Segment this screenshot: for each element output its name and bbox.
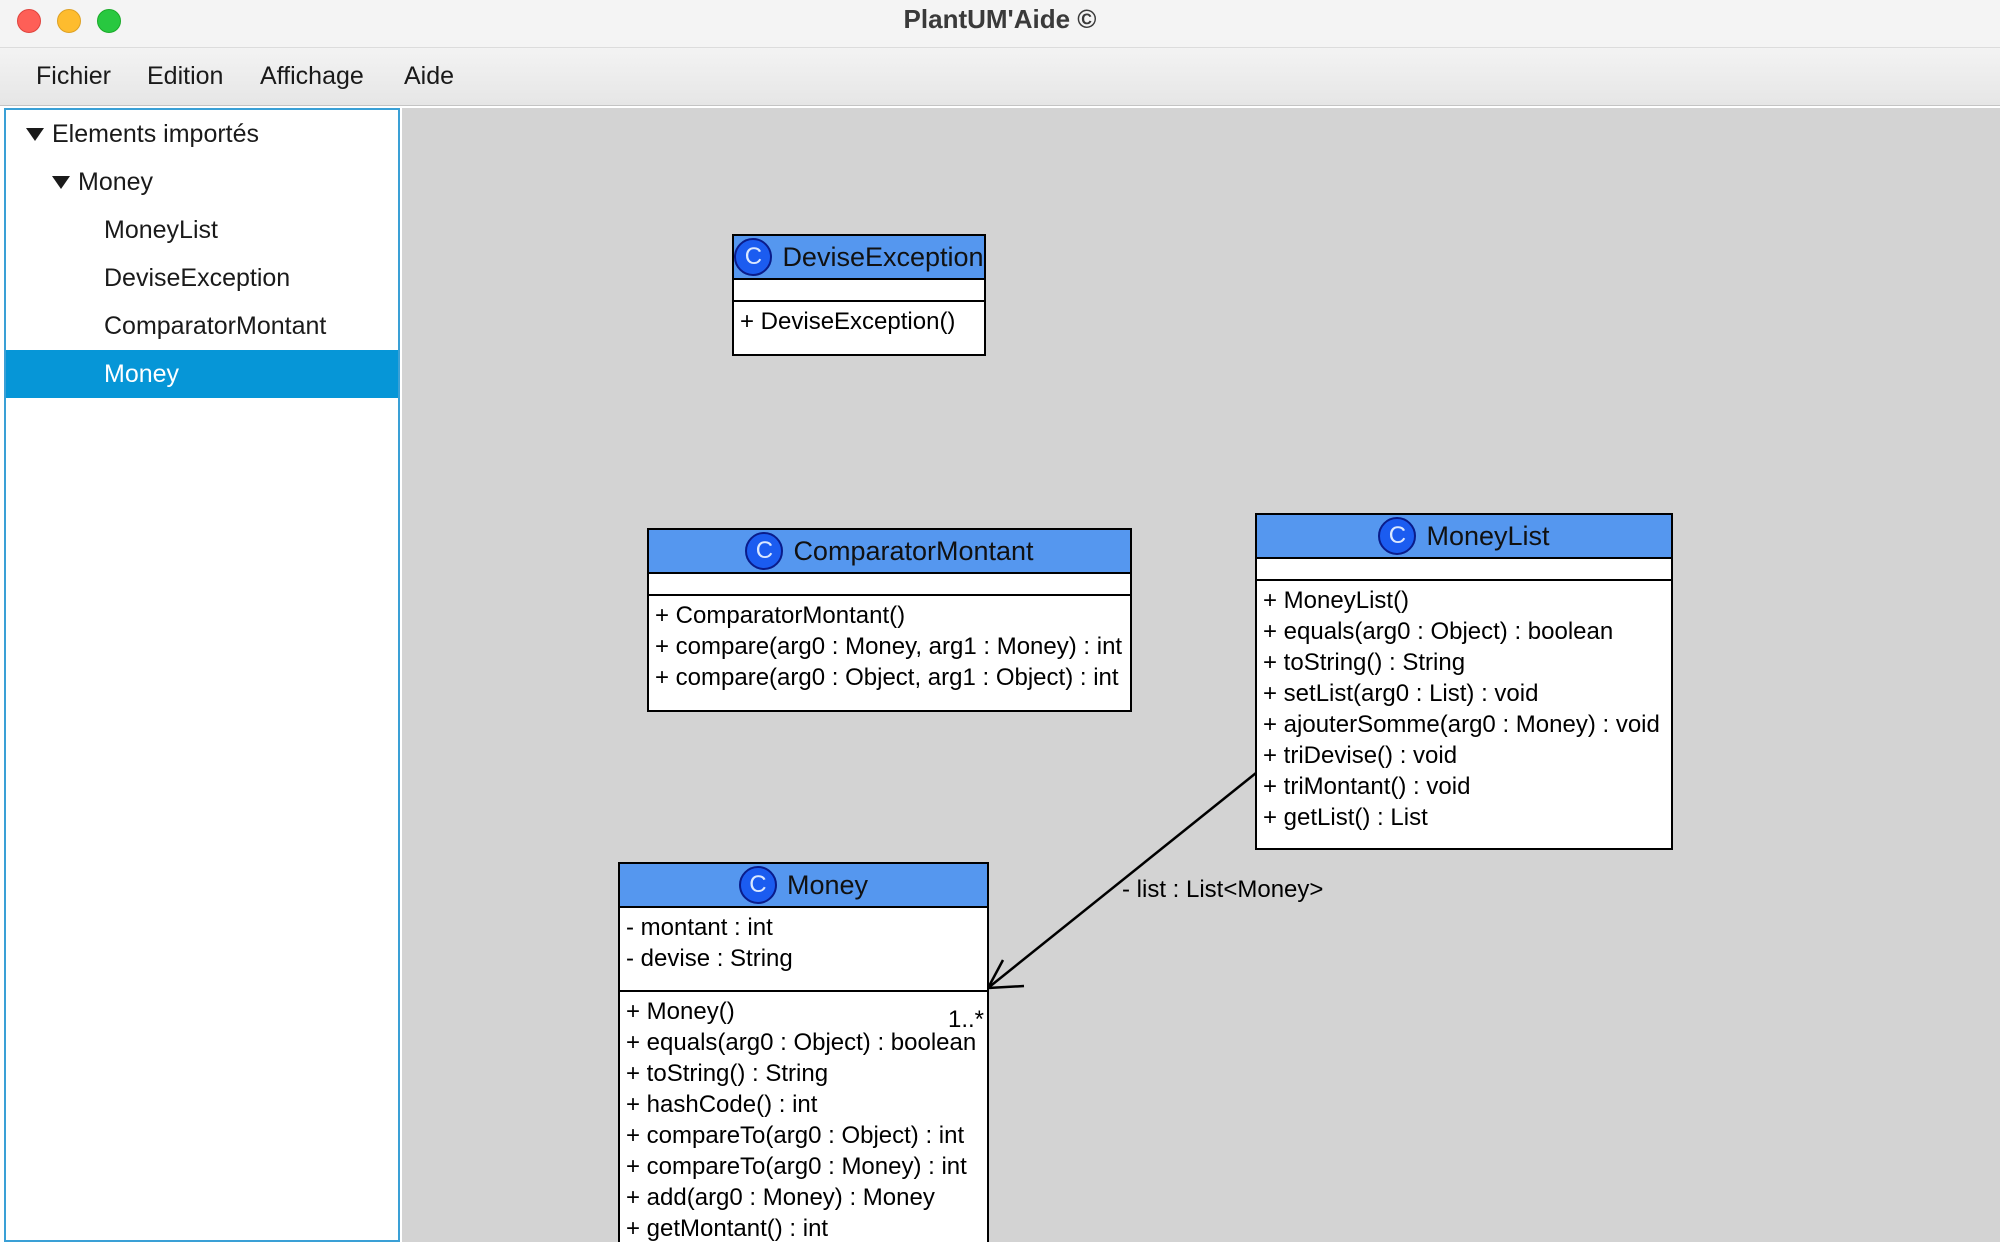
- tree-item-label: Money: [104, 360, 180, 388]
- method[interactable]: + DeviseException(): [740, 306, 984, 337]
- method[interactable]: + setList(arg0 : List) : void: [1263, 678, 1671, 709]
- method[interactable]: + getList() : List: [1263, 802, 1671, 833]
- tree-item-moneylist[interactable]: MoneyList: [6, 206, 398, 254]
- attributes-section: - montant : int - devise : String: [620, 908, 987, 992]
- class-name: DeviseException: [782, 241, 984, 272]
- class-c-icon: C: [738, 866, 777, 904]
- class-c-icon: C: [1378, 517, 1417, 555]
- methods-section: + MoneyList() + equals(arg0 : Object) : …: [1257, 581, 1671, 839]
- methods-section: + DeviseException(): [734, 302, 984, 343]
- attributes-section: [734, 280, 984, 302]
- method[interactable]: + hashCode() : int: [626, 1089, 987, 1120]
- method[interactable]: + ComparatorMontant(): [655, 600, 1130, 631]
- class-header[interactable]: C Money: [620, 864, 987, 908]
- class-money[interactable]: C Money - montant : int - devise : Strin…: [618, 862, 989, 1242]
- tree-item-comparatormontant[interactable]: ComparatorMontant: [6, 302, 398, 350]
- attributes-section: [649, 574, 1130, 596]
- tree-package-money[interactable]: Money: [6, 158, 398, 206]
- tree-root-label: Elements importés: [52, 120, 260, 148]
- window-title: PlantUM'Aide ©: [903, 4, 1097, 34]
- method[interactable]: + triMontant() : void: [1263, 771, 1671, 802]
- menu-aide[interactable]: Aide: [404, 62, 454, 91]
- tree-item-label: ComparatorMontant: [104, 312, 327, 340]
- method[interactable]: + compareTo(arg0 : Money) : int: [626, 1151, 987, 1182]
- tree-root-elements-importes[interactable]: Elements importés: [6, 110, 398, 158]
- method[interactable]: + add(arg0 : Money) : Money: [626, 1182, 987, 1213]
- method[interactable]: + toString() : String: [1263, 647, 1671, 678]
- attribute[interactable]: - devise : String: [626, 943, 987, 974]
- association-label: - list : List<Money>: [1122, 876, 1324, 903]
- class-c-icon: C: [745, 532, 784, 570]
- expand-triangle-icon[interactable]: [26, 128, 44, 141]
- class-header[interactable]: C DeviseException: [734, 236, 984, 280]
- class-name: MoneyList: [1426, 520, 1550, 551]
- expand-triangle-icon[interactable]: [52, 176, 70, 189]
- method[interactable]: + compare(arg0 : Object, arg1 : Object) …: [655, 662, 1130, 693]
- menu-affichage[interactable]: Affichage: [260, 62, 364, 91]
- diagram-canvas[interactable]: C DeviseException + DeviseException() C …: [402, 108, 2000, 1242]
- association-multiplicity: 1..*: [948, 1006, 985, 1033]
- class-c-icon: C: [734, 238, 773, 276]
- attribute[interactable]: - montant : int: [626, 912, 987, 943]
- title-bar: PlantUM'Aide ©: [0, 0, 2000, 48]
- method[interactable]: + getMontant() : int: [626, 1213, 987, 1242]
- methods-section: + Money() + equals(arg0 : Object) : bool…: [620, 992, 987, 1242]
- tree-item-deviseexception[interactable]: DeviseException: [6, 254, 398, 302]
- tree-item-label: MoneyList: [104, 216, 218, 244]
- menu-bar: Fichier Edition Affichage Aide: [0, 48, 2000, 106]
- method[interactable]: + toString() : String: [626, 1058, 987, 1089]
- method[interactable]: + equals(arg0 : Object) : boolean: [1263, 616, 1671, 647]
- class-comparatormontant[interactable]: C ComparatorMontant + ComparatorMontant(…: [647, 528, 1132, 712]
- menu-edition[interactable]: Edition: [147, 62, 223, 91]
- method[interactable]: + compare(arg0 : Money, arg1 : Money) : …: [655, 631, 1130, 662]
- attributes-section: [1257, 559, 1671, 581]
- methods-section: + ComparatorMontant() + compare(arg0 : M…: [649, 596, 1130, 699]
- method[interactable]: + ajouterSomme(arg0 : Money) : void: [1263, 709, 1671, 740]
- method[interactable]: + compareTo(arg0 : Object) : int: [626, 1120, 987, 1151]
- tree-package-label: Money: [78, 168, 154, 196]
- menu-fichier[interactable]: Fichier: [36, 62, 111, 91]
- method[interactable]: + Money(): [626, 996, 987, 1027]
- method[interactable]: + equals(arg0 : Object) : boolean: [626, 1027, 987, 1058]
- tree-item-money[interactable]: Money: [6, 350, 398, 398]
- class-name: Money: [786, 869, 869, 900]
- tree-item-label: DeviseException: [104, 264, 291, 292]
- class-header[interactable]: C ComparatorMontant: [649, 530, 1130, 574]
- class-name: ComparatorMontant: [793, 535, 1034, 566]
- method[interactable]: + MoneyList(): [1263, 585, 1671, 616]
- class-header[interactable]: C MoneyList: [1257, 515, 1671, 559]
- method[interactable]: + triDevise() : void: [1263, 740, 1671, 771]
- class-moneylist[interactable]: C MoneyList + MoneyList() + equals(arg0 …: [1255, 513, 1673, 850]
- imported-elements-tree[interactable]: Elements importés Money MoneyList Devise…: [4, 108, 400, 1242]
- class-deviseexception[interactable]: C DeviseException + DeviseException(): [732, 234, 986, 356]
